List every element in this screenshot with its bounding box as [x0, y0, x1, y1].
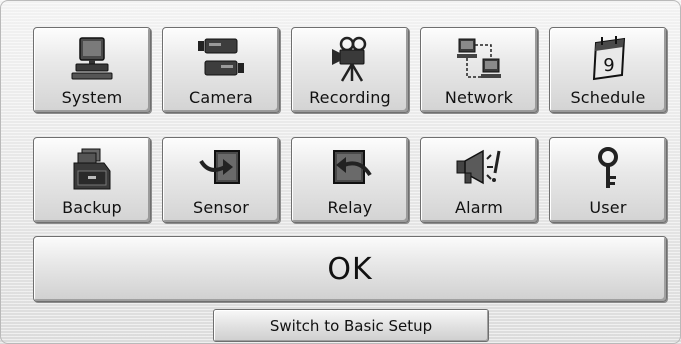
backup-label: Backup — [62, 198, 122, 217]
schedule-label: Schedule — [570, 88, 646, 107]
network-button[interactable]: Network — [420, 27, 538, 113]
film-camera-icon — [332, 36, 367, 82]
recording-button[interactable]: Recording — [291, 27, 409, 113]
megaphone-icon — [456, 149, 501, 185]
alarm-button[interactable]: Alarm — [420, 137, 538, 223]
relay-label: Relay — [327, 198, 373, 217]
sensor-in-icon — [199, 150, 240, 184]
user-label: User — [589, 198, 627, 217]
switch-to-basic-setup-button[interactable]: Switch to Basic Setup — [213, 309, 489, 342]
camera-button[interactable]: Camera — [162, 27, 280, 113]
system-button[interactable]: System — [33, 27, 151, 113]
relay-out-icon — [333, 150, 372, 184]
alarm-label: Alarm — [454, 198, 504, 217]
sensor-label: Sensor — [192, 198, 250, 217]
backup-button[interactable]: Backup — [33, 137, 151, 223]
recording-label: Recording — [309, 88, 391, 107]
file-cabinet-icon — [73, 148, 111, 190]
ok-label: OK — [327, 251, 373, 287]
sensor-button[interactable]: Sensor — [162, 137, 280, 223]
relay-button[interactable]: Relay — [291, 137, 409, 223]
switch-to-basic-setup-label: Switch to Basic Setup — [269, 316, 433, 335]
schedule-button[interactable]: 9 Schedule — [549, 27, 667, 113]
network-label: Network — [444, 88, 514, 107]
camera-label: Camera — [189, 88, 253, 107]
ok-button[interactable]: OK — [33, 236, 667, 302]
key-icon — [598, 147, 618, 188]
camera-icon — [198, 38, 244, 76]
network-icon — [457, 38, 501, 78]
system-label: System — [61, 88, 123, 107]
computer-icon — [71, 37, 113, 80]
calendar-day: 9 — [603, 55, 614, 76]
user-button[interactable]: User — [549, 137, 667, 223]
calendar-icon: 9 — [592, 36, 626, 81]
